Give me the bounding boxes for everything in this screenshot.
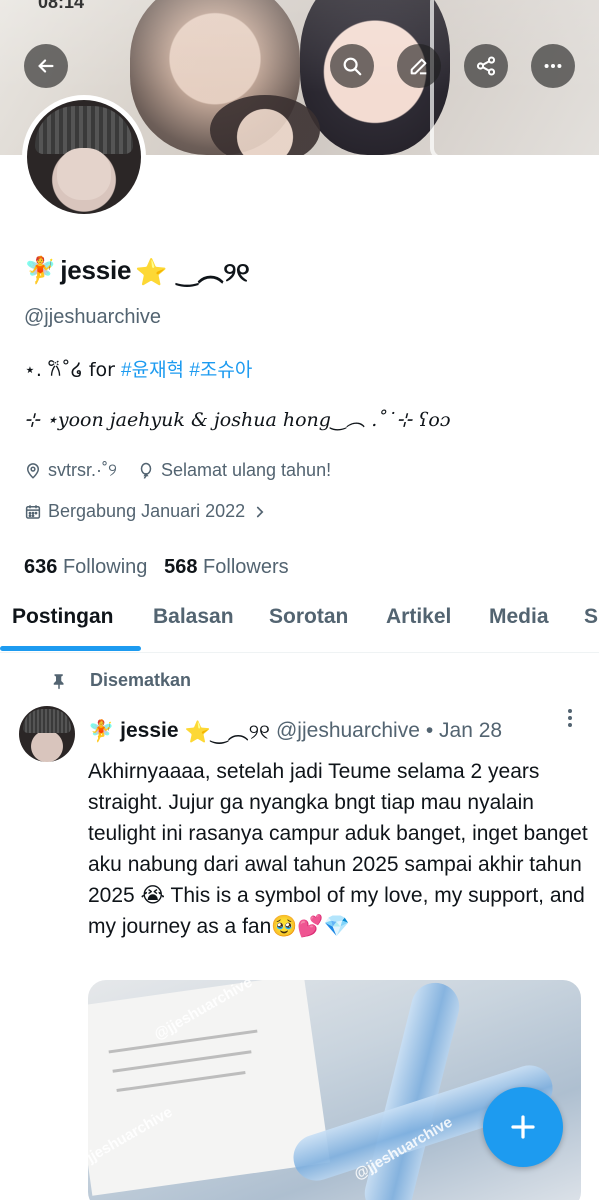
hashtag-link[interactable]: #조슈아 [189,360,252,381]
share-icon [476,56,496,76]
profile-handle: @jjeshuarchive [24,306,162,328]
hashtag-link[interactable]: #윤재혁 [121,360,184,381]
share-button[interactable] [464,44,508,88]
more-button[interactable] [531,44,575,88]
balloon-icon [140,462,152,479]
post-author-avatar[interactable] [19,706,75,762]
avatar [27,100,141,214]
post-header: 🧚 jessie ⭐️‿︵୨୧ @jjeshuarchive • Jan 28 [88,716,502,746]
plus-icon [511,1115,535,1139]
post-author-name[interactable]: jessie [120,719,178,743]
arrow-left-icon [38,59,54,73]
follow-stats: 636 Following 568 Followers [24,556,289,579]
pinned-label-row: Disematkan [50,670,191,691]
more-horizontal-icon [544,63,562,69]
profile-meta-row: svtrsr.·˚୨ Selamat ulang tahun! [24,460,331,481]
tab-sorotan[interactable]: Sorotan [269,605,348,629]
post-more-icon[interactable] [560,706,580,732]
status-time: 08:14 [38,0,85,12]
compose-button[interactable] [483,1087,563,1167]
search-button[interactable] [330,44,374,88]
back-button[interactable] [24,44,68,88]
profile-name: 🧚 jessie ⭐️ ‿︵୨୧ [24,252,250,289]
chevron-right-icon [257,506,264,517]
post-author-handle[interactable]: @jjeshuarchive [276,719,420,743]
profile-location: svtrsr.·˚୨ [48,460,117,480]
bio-line-1: ⋆. 𐙚˚໒ for #윤재혁 #조슈아 [24,359,253,381]
profile-display-name: jessie [60,255,132,285]
calendar-icon [25,504,41,519]
post-text: Akhirnyaaaa, setelah jadi Teume selama 2… [88,760,588,938]
location-pin-icon [26,462,40,479]
profile-joined: Bergabung Januari 2022 [48,501,246,521]
pinned-label: Disematkan [90,670,192,690]
post-date[interactable]: • Jan 28 [426,719,502,743]
profile-avatar[interactable] [22,95,146,219]
name-decoration: ⭐️ ‿︵୨୧ [135,258,250,288]
search-icon [343,57,362,76]
followers-link[interactable]: 568 Followers [164,556,289,578]
tab-more[interactable]: S [584,605,598,629]
tab-artikel[interactable]: Artikel [386,605,451,629]
tab-balasan[interactable]: Balasan [153,605,234,629]
author-decoration: ⭐️‿︵୨୧ [184,720,270,744]
active-tab-indicator [0,646,141,651]
tab-postingan[interactable]: Postingan [12,605,114,629]
following-link[interactable]: 636 Following [24,556,147,578]
edit-button[interactable] [397,44,441,88]
pencil-icon [410,58,427,75]
profile-joined-row[interactable]: Bergabung Januari 2022 [24,501,269,522]
profile-birthday: Selamat ulang tahun! [160,460,332,480]
fairy-emoji: 🧚 [24,255,57,286]
pin-icon [53,673,64,689]
bio-line-2: ⊹ ⋆yoon jaehyuk & joshua hong‿︵ .˚˙⊹ ʕoɔ [24,409,451,431]
tab-media[interactable]: Media [489,605,549,629]
